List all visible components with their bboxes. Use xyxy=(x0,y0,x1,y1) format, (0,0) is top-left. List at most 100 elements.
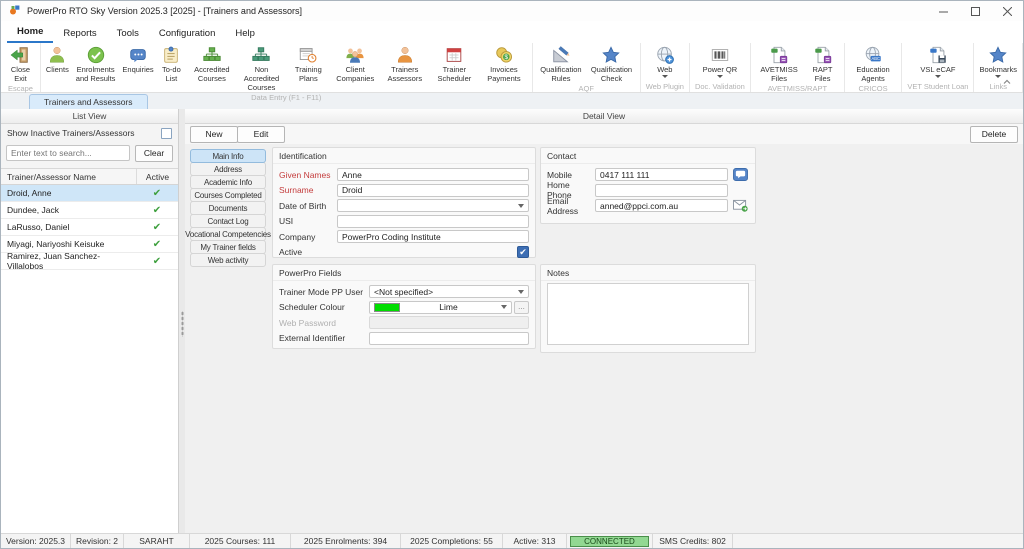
notes-field[interactable] xyxy=(547,283,749,345)
ribbon-button-trainer-scheduler[interactable]: Trainer Scheduler xyxy=(430,44,480,84)
close-button[interactable] xyxy=(991,1,1023,21)
star-icon xyxy=(988,45,1008,65)
trainer-row[interactable]: Ramirez, Juan Sanchez-Villalobos ✔ xyxy=(1,253,178,270)
new-button[interactable]: New xyxy=(190,126,238,143)
ribbon-button-rapt-files[interactable]: RAPT Files xyxy=(804,44,841,84)
tab-address[interactable]: Address xyxy=(190,162,266,176)
surname-field[interactable] xyxy=(337,184,529,197)
ribbon-button-trainers-assessors[interactable]: Trainers Assessors xyxy=(380,44,430,84)
ribbon-button-qualification-check[interactable]: Qualification Check xyxy=(586,44,637,84)
ribbon-button-todo-list[interactable]: To-do List xyxy=(156,44,187,84)
ribbon-button-client-companies[interactable]: Client Companies xyxy=(330,44,380,84)
file-badge-icon xyxy=(769,45,789,65)
tab-my-trainer-fields[interactable]: My Trainer fields xyxy=(190,240,266,254)
active-check-icon: ✔ xyxy=(136,256,178,267)
mobile-field[interactable] xyxy=(595,168,728,181)
active-checkbox[interactable]: ✔ xyxy=(517,246,529,258)
menu-help[interactable]: Help xyxy=(225,25,265,43)
external-identifier-field[interactable] xyxy=(369,332,529,345)
usi-field[interactable] xyxy=(337,215,529,228)
ribbon-button-training-plans[interactable]: Training Plans xyxy=(286,44,330,84)
ribbon-button-close-exit[interactable]: Close Exit xyxy=(4,44,37,84)
trainer-row[interactable]: Droid, Anne ✔ xyxy=(1,185,178,202)
chevron-down-icon xyxy=(662,75,668,78)
clear-search-button[interactable]: Clear xyxy=(135,145,173,162)
scheduler-colour-picker-button[interactable]: ... xyxy=(514,301,529,314)
contact-groupbox: Contact Mobile Home Phone xyxy=(540,147,756,224)
column-header-active[interactable]: Active xyxy=(136,169,178,184)
minimize-button[interactable] xyxy=(927,1,959,21)
ribbon-button-qualification-rules[interactable]: Qualification Rules xyxy=(536,44,587,84)
date-of-birth-field[interactable] xyxy=(337,199,529,212)
identification-groupbox: Identification Given Names Surname Date … xyxy=(272,147,536,258)
ribbon-button-avetmiss-files[interactable]: AVETMISS Files xyxy=(754,44,804,84)
edit-button[interactable]: Edit xyxy=(237,126,285,143)
tab-courses-completed[interactable]: Courses Completed xyxy=(190,188,266,202)
ribbon-button-power-qr[interactable]: Power QR xyxy=(701,44,740,79)
globe-plus-icon xyxy=(655,45,675,65)
ribbon-button-education-agents[interactable]: ABC Education Agents xyxy=(848,44,899,84)
ribbon-button-web[interactable]: Web xyxy=(653,44,677,79)
ribbon-group-avetmiss-rapt: AVETMISS Files RAPT Files AVETMISS/RAPT xyxy=(751,43,845,92)
send-email-icon[interactable] xyxy=(731,199,749,213)
ribbon-button-vsl-ecaf[interactable]: VSL eCAF xyxy=(918,44,957,79)
maximize-button[interactable] xyxy=(959,1,991,21)
chevron-down-icon xyxy=(518,290,524,294)
menu-home[interactable]: Home xyxy=(7,23,53,43)
ribbon-button-enrolments-and-results[interactable]: Enrolments and Results xyxy=(71,44,121,84)
active-label: Active xyxy=(279,247,337,257)
search-input[interactable] xyxy=(6,145,130,161)
show-inactive-checkbox[interactable] xyxy=(161,128,172,139)
ribbon-group-links: Bookmarks Links xyxy=(974,43,1023,92)
globe-abc-icon: ABC xyxy=(863,45,883,65)
given-names-label: Given Names xyxy=(279,170,337,180)
chevron-down-icon xyxy=(518,204,524,208)
tab-web-activity[interactable]: Web activity xyxy=(190,253,266,267)
ribbon-group-cricos: ABC Education Agents CRICOS xyxy=(845,43,903,92)
date-of-birth-label: Date of Birth xyxy=(279,201,337,211)
ribbon-button-bookmarks[interactable]: Bookmarks xyxy=(977,44,1019,79)
svg-text:ABC: ABC xyxy=(872,56,880,61)
ribbon-button-accredited-courses[interactable]: Accredited Courses xyxy=(187,44,237,84)
trainer-row[interactable]: Dundee, Jack ✔ xyxy=(1,202,178,219)
tab-contact-log[interactable]: Contact Log xyxy=(190,214,266,228)
active-check-icon: ✔ xyxy=(136,239,178,250)
menu-tools[interactable]: Tools xyxy=(107,25,149,43)
chevron-down-icon xyxy=(935,75,941,78)
home-phone-field[interactable] xyxy=(595,184,728,197)
tab-academic-info[interactable]: Academic Info xyxy=(190,175,266,189)
ribbon-button-enquiries[interactable]: Enquiries xyxy=(120,44,155,75)
status-bar: Version: 2025.3 Revision: 2 SARAHT 2025 … xyxy=(1,533,1023,548)
external-identifier-label: External Identifier xyxy=(279,333,369,343)
coins-icon: $ xyxy=(494,45,514,65)
file-disk-icon xyxy=(928,45,948,65)
chevron-down-icon xyxy=(717,75,723,78)
scheduler-colour-name: Lime xyxy=(439,302,461,312)
ribbon-button-invoices-payments[interactable]: $ Invoices Payments xyxy=(479,44,529,84)
send-sms-icon[interactable] xyxy=(731,168,749,182)
email-address-field[interactable] xyxy=(595,199,728,212)
window-title: PowerPro RTO Sky Version 2025.3 [2025] -… xyxy=(27,6,302,16)
delete-button[interactable]: Delete xyxy=(970,126,1018,143)
scheduler-colour-field[interactable]: Lime xyxy=(369,301,512,314)
menu-configuration[interactable]: Configuration xyxy=(149,25,226,43)
notepad-icon xyxy=(161,45,181,65)
active-check-icon: ✔ xyxy=(136,222,178,233)
tab-main-info[interactable]: Main Info xyxy=(190,149,266,163)
collapse-ribbon-icon[interactable] xyxy=(1001,77,1013,87)
given-names-field[interactable] xyxy=(337,168,529,181)
list-view-panel: List View Show Inactive Trainers/Assesso… xyxy=(1,109,179,533)
trainer-row[interactable]: LaRusso, Daniel ✔ xyxy=(1,219,178,236)
ribbon-button-non-accredited-courses[interactable]: Non Accredited Courses xyxy=(237,44,287,93)
column-header-name[interactable]: Trainer/Assessor Name xyxy=(1,169,136,184)
company-field[interactable] xyxy=(337,230,529,243)
trainer-mode-pp-user-field[interactable]: <Not specified> xyxy=(369,285,529,298)
ribbon: Close Exit Escape Clients Enrolments and… xyxy=(1,43,1023,93)
ribbon-button-clients[interactable]: Clients xyxy=(44,44,71,75)
tab-vocational-competencies[interactable]: Vocational Competencies xyxy=(190,227,266,241)
menu-reports[interactable]: Reports xyxy=(53,25,106,43)
list-view-header: List View xyxy=(1,109,178,124)
tab-documents[interactable]: Documents xyxy=(190,201,266,215)
ribbon-group-web-plugin: Web Web Plugin xyxy=(641,43,690,92)
ribbon-group-aqf: Qualification Rules Qualification Check … xyxy=(533,43,641,92)
